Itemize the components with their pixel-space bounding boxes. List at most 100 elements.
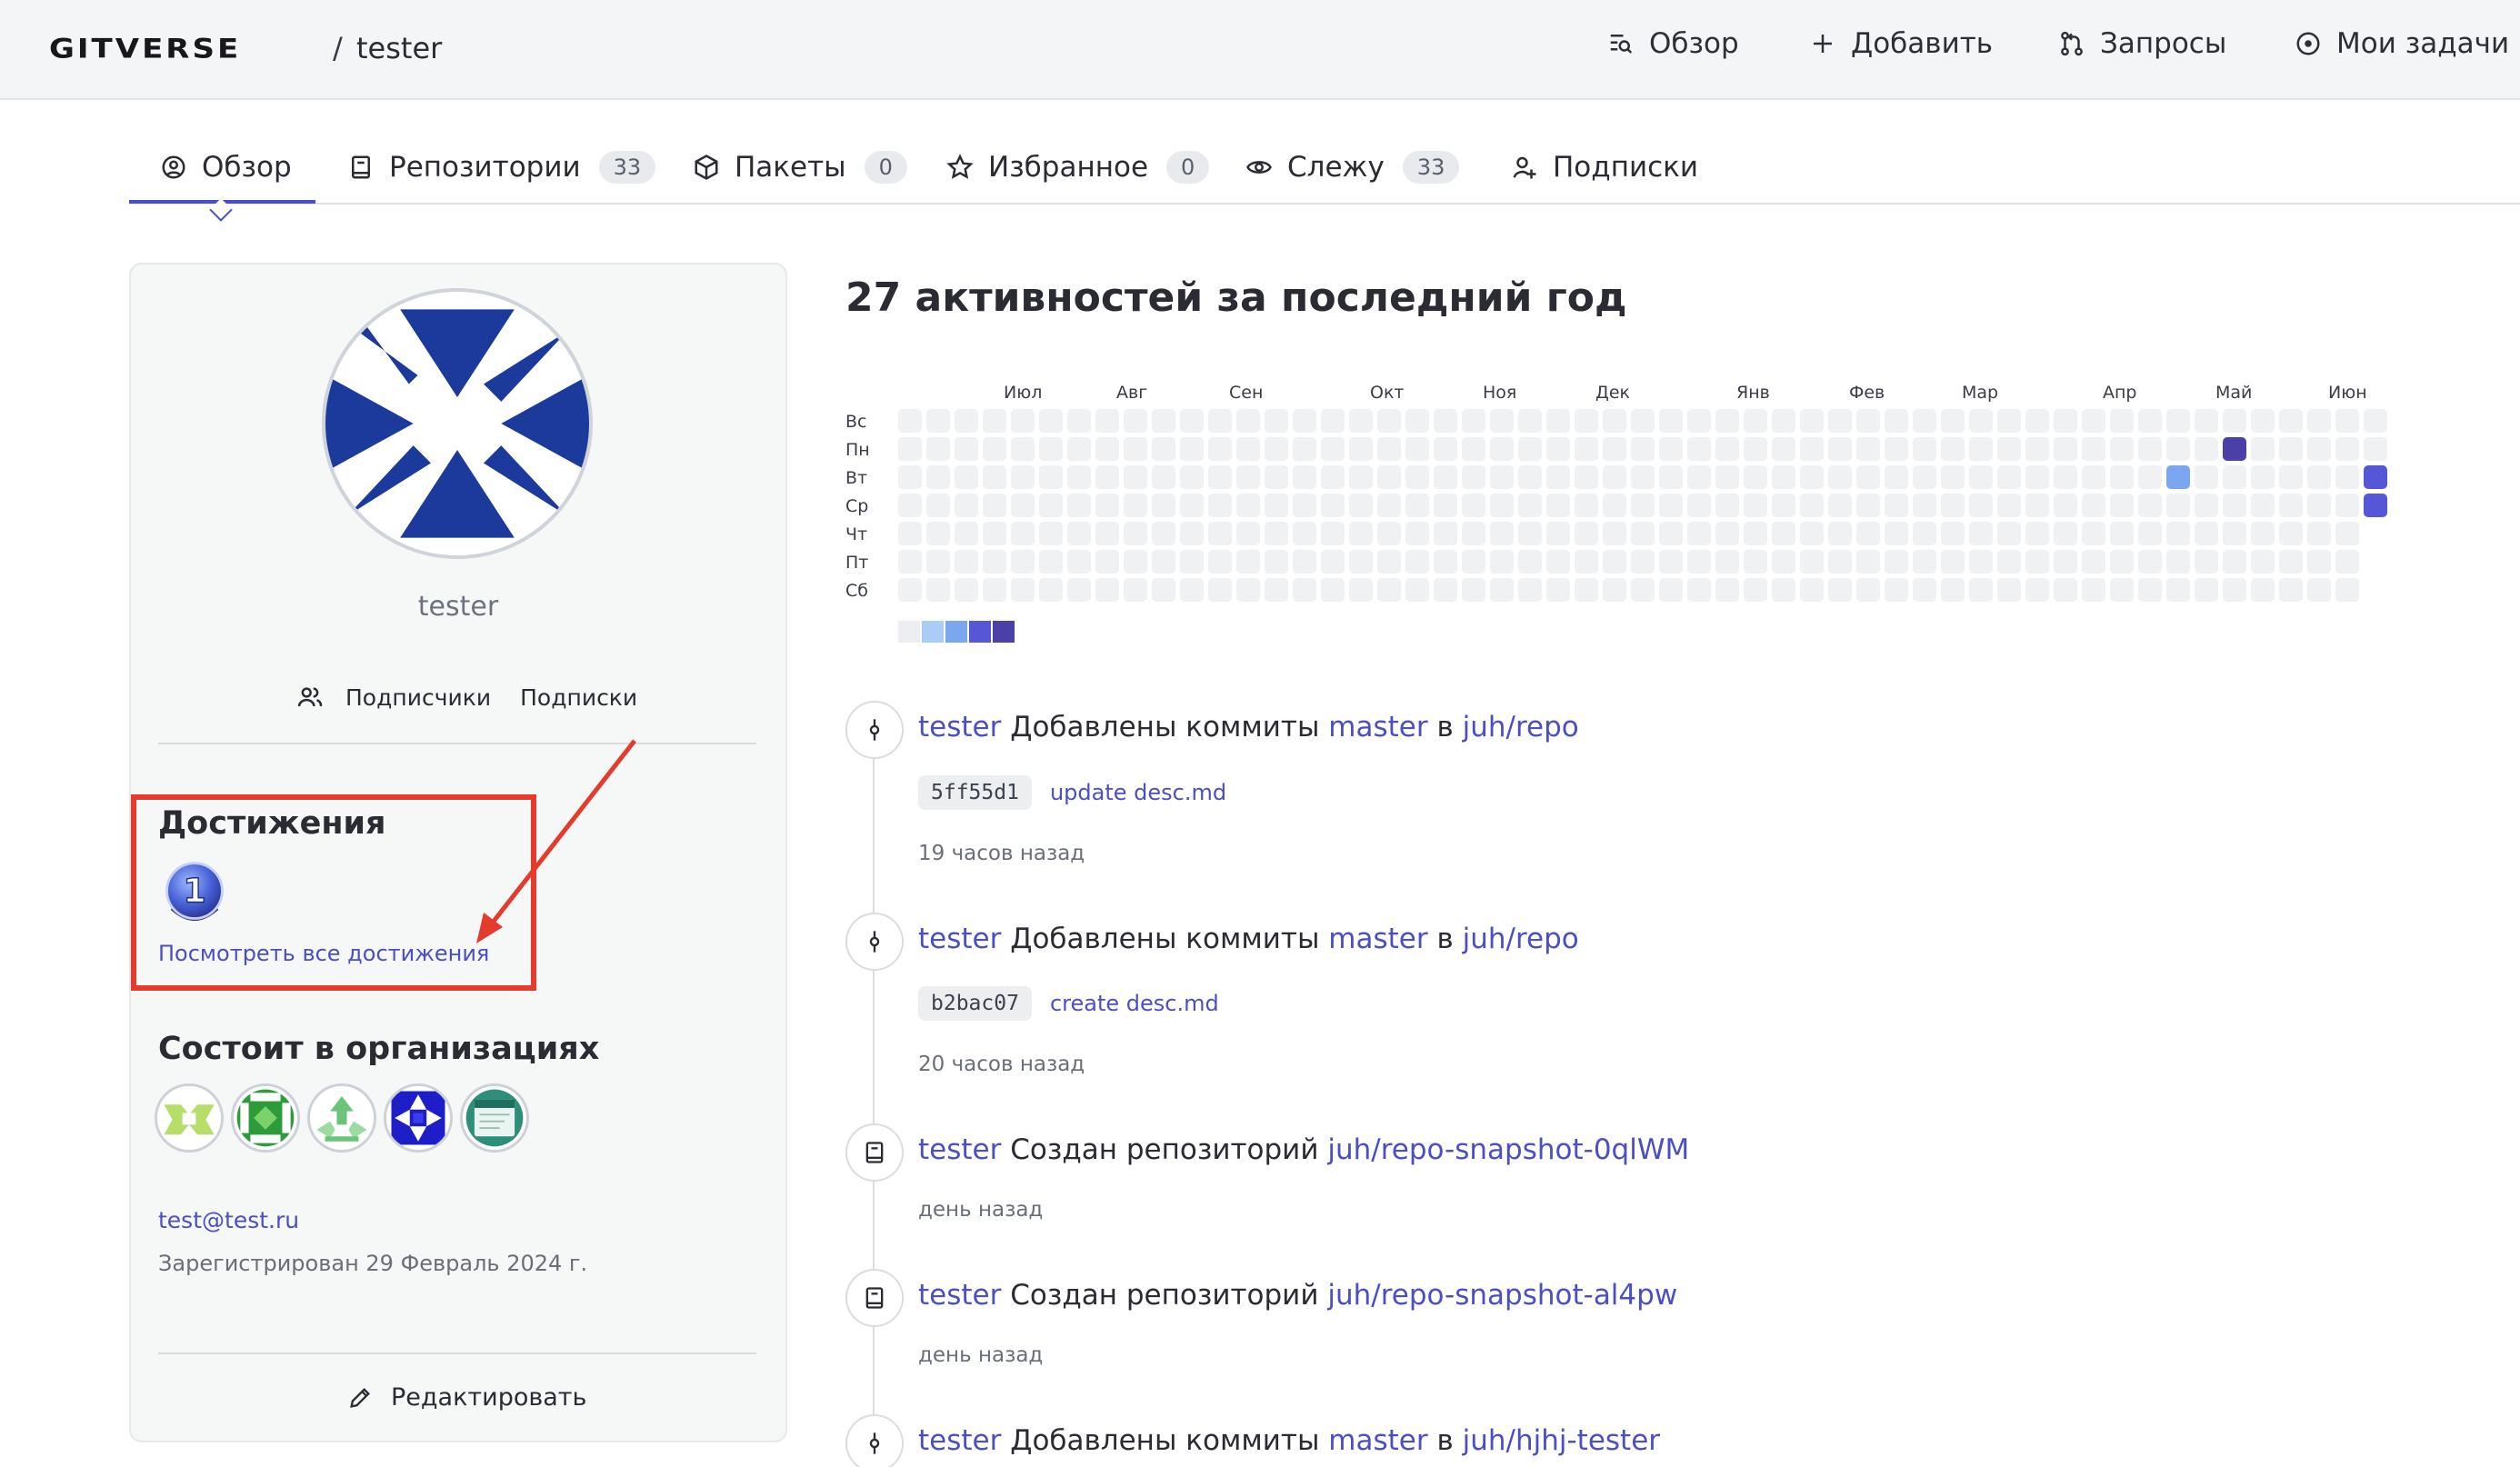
feed-item-3-repo-link[interactable]: juh/repo-snapshot-0qlWM (1327, 1133, 1689, 1166)
heatmap-cell[interactable] (1236, 409, 1260, 433)
tab-overview[interactable]: Обзор (160, 145, 292, 189)
heatmap-cell[interactable] (1715, 409, 1739, 433)
heatmap-cell[interactable] (2335, 522, 2359, 545)
heatmap-cell[interactable] (2335, 465, 2359, 489)
heatmap-cell[interactable] (1405, 578, 1429, 602)
heatmap-cell[interactable] (1518, 578, 1542, 602)
feed-item-4-repo-link[interactable]: juh/repo-snapshot-al4pw (1327, 1279, 1677, 1312)
heatmap-cell[interactable] (1321, 437, 1345, 461)
heatmap-cell[interactable] (2223, 578, 2246, 602)
heatmap-cell[interactable] (1941, 494, 1965, 517)
heatmap-cell[interactable] (2166, 522, 2190, 545)
heatmap-cell[interactable] (1180, 437, 1204, 461)
heatmap-cell[interactable] (2166, 437, 2190, 461)
heatmap-cell[interactable] (1687, 409, 1711, 433)
heatmap-cell[interactable] (1913, 465, 1936, 489)
heatmap-cell[interactable] (1321, 578, 1345, 602)
heatmap-cell[interactable] (955, 494, 978, 517)
nav-add[interactable]: Добавить (1809, 27, 1993, 60)
heatmap-cell[interactable] (1941, 578, 1965, 602)
heatmap-cell[interactable] (1265, 522, 1288, 545)
heatmap-cell[interactable] (1349, 409, 1373, 433)
heatmap-cell[interactable] (1575, 578, 1598, 602)
heatmap-cell[interactable] (1715, 437, 1739, 461)
heatmap-cell[interactable] (1462, 522, 1485, 545)
heatmap-cell[interactable] (1828, 578, 1852, 602)
heatmap-cell[interactable] (1265, 550, 1288, 574)
heatmap-cell[interactable] (1405, 465, 1429, 489)
heatmap-cell[interactable] (1124, 465, 1147, 489)
heatmap-cell[interactable] (1265, 465, 1288, 489)
heatmap-cell[interactable] (1687, 550, 1711, 574)
heatmap-cell[interactable] (1095, 550, 1119, 574)
heatmap-cell[interactable] (1603, 578, 1626, 602)
heatmap-cell[interactable] (983, 522, 1006, 545)
avatar[interactable] (322, 288, 593, 559)
heatmap-cell[interactable] (1067, 550, 1091, 574)
heatmap-cell[interactable] (1518, 409, 1542, 433)
heatmap-cell[interactable] (2195, 465, 2218, 489)
heatmap-cell[interactable] (983, 437, 1006, 461)
heatmap-cell[interactable] (1434, 578, 1457, 602)
heatmap-cell[interactable] (1575, 409, 1598, 433)
heatmap-cell[interactable] (1039, 437, 1063, 461)
heatmap-cell[interactable] (2054, 409, 2077, 433)
heatmap-cell[interactable] (1856, 409, 1880, 433)
heatmap-cell[interactable] (1039, 494, 1063, 517)
heatmap-cell[interactable] (1856, 494, 1880, 517)
heatmap-cell[interactable] (1546, 494, 1570, 517)
heatmap-cell[interactable] (1969, 437, 1993, 461)
heatmap-cell[interactable] (1067, 409, 1091, 433)
heatmap-cell[interactable] (1434, 522, 1457, 545)
heatmap-cell[interactable] (2364, 437, 2387, 461)
heatmap-cell[interactable] (2251, 522, 2275, 545)
org-avatar-2[interactable] (231, 1083, 300, 1153)
heatmap-cell[interactable] (1744, 494, 1767, 517)
heatmap-cell[interactable] (2364, 465, 2387, 489)
commit-sha[interactable]: 5ff55d1 (918, 775, 1032, 810)
heatmap-cell[interactable] (926, 550, 950, 574)
heatmap-cell[interactable] (1603, 437, 1626, 461)
heatmap-cell[interactable] (898, 550, 922, 574)
heatmap-cell[interactable] (1208, 437, 1232, 461)
feed-item-2-repo-link[interactable]: juh/repo (1463, 923, 1579, 955)
heatmap-cell[interactable] (1265, 494, 1288, 517)
heatmap-cell[interactable] (1885, 465, 1908, 489)
heatmap-cell[interactable] (2054, 437, 2077, 461)
heatmap-cell[interactable] (2279, 465, 2303, 489)
heatmap-cell[interactable] (2307, 437, 2331, 461)
heatmap-cell[interactable] (1997, 522, 2021, 545)
heatmap-cell[interactable] (1236, 494, 1260, 517)
heatmap-cell[interactable] (983, 550, 1006, 574)
heatmap-cell[interactable] (2110, 409, 2134, 433)
heatmap-cell[interactable] (2335, 409, 2359, 433)
heatmap-cell[interactable] (1603, 494, 1626, 517)
heatmap-cell[interactable] (2279, 409, 2303, 433)
heatmap-cell[interactable] (1997, 437, 2021, 461)
heatmap-cell[interactable] (2082, 465, 2105, 489)
tab-watching[interactable]: Слежу 33 (1245, 145, 1460, 189)
heatmap-cell[interactable] (2195, 522, 2218, 545)
heatmap-cell[interactable] (2279, 550, 2303, 574)
heatmap-cell[interactable] (1152, 409, 1175, 433)
heatmap-cell[interactable] (2364, 409, 2387, 433)
heatmap-cell[interactable] (1828, 494, 1852, 517)
heatmap-cell[interactable] (1828, 550, 1852, 574)
heatmap-cell[interactable] (1208, 409, 1232, 433)
heatmap-cell[interactable] (2025, 550, 2049, 574)
heatmap-cell[interactable] (1659, 522, 1683, 545)
heatmap-cell[interactable] (2110, 578, 2134, 602)
heatmap-cell[interactable] (1631, 578, 1655, 602)
heatmap-cell[interactable] (1885, 578, 1908, 602)
heatmap-cell[interactable] (1321, 522, 1345, 545)
heatmap-cell[interactable] (1800, 550, 1824, 574)
heatmap-cell[interactable] (2025, 437, 2049, 461)
heatmap-cell[interactable] (1913, 494, 1936, 517)
heatmap-cell[interactable] (955, 465, 978, 489)
heatmap-cell[interactable] (2054, 494, 2077, 517)
heatmap-cell[interactable] (926, 437, 950, 461)
heatmap-cell[interactable] (1095, 578, 1119, 602)
heatmap-cell[interactable] (1772, 465, 1795, 489)
tab-favorites[interactable]: Избранное 0 (946, 145, 1210, 189)
heatmap-cell[interactable] (1800, 437, 1824, 461)
